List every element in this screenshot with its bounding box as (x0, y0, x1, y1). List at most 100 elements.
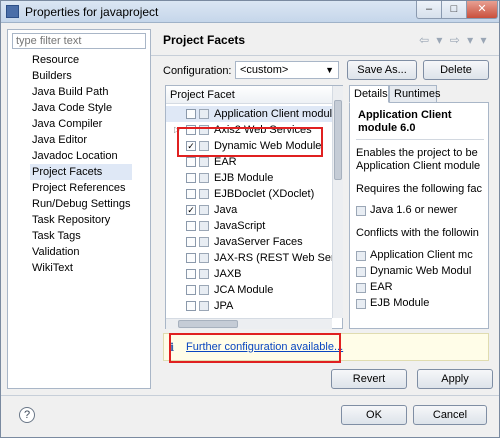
nav-item-task-tags[interactable]: Task Tags (30, 228, 132, 244)
configuration-value: <custom> (240, 64, 289, 76)
facet-row[interactable]: EJBDoclet (XDoclet) (166, 186, 332, 202)
facet-row[interactable]: EAR (166, 154, 332, 170)
facet-checkbox[interactable]: ✓ (186, 141, 196, 151)
delete-button[interactable]: Delete (423, 60, 489, 80)
conflict-item: Application Client mc (370, 249, 473, 261)
facet-row[interactable]: ✓ Dynamic Web Module (166, 138, 332, 154)
facet-checkbox[interactable]: ✓ (186, 205, 196, 215)
nav-item-project-references[interactable]: Project References (30, 180, 132, 196)
details-panel: Details Runtimes Application Client modu… (349, 85, 489, 329)
facet-checkbox[interactable] (186, 125, 196, 135)
facet-name: EJBDoclet (XDoclet) (214, 188, 315, 200)
facet-row[interactable]: ✓ Java (166, 202, 332, 218)
tab-details[interactable]: Details (349, 85, 389, 103)
facet-name: JCA Module (214, 284, 274, 296)
facet-checkbox[interactable] (186, 237, 196, 247)
details-body: Application Client module 6.0 Enables th… (349, 102, 489, 329)
facet-column-header[interactable]: Project Facet (166, 86, 332, 104)
conflict-item: Dynamic Web Modul (370, 265, 472, 277)
apply-button[interactable]: Apply (417, 369, 493, 389)
facet-row[interactable]: JavaScript (166, 218, 332, 234)
project-facets-page: Project Facets ⇦ ▾ ⇨ ▾ ▾ Configuration: … (151, 23, 499, 395)
facet-checkbox[interactable] (186, 157, 196, 167)
facet-checkbox[interactable] (186, 109, 196, 119)
facet-row[interactable]: JPA (166, 298, 332, 314)
facet-icon (199, 221, 209, 231)
facet-name: JAX-RS (REST Web Servic (214, 252, 332, 264)
horizontal-scrollbar[interactable] (166, 318, 332, 329)
facet-icon (199, 301, 209, 311)
facet-checkbox[interactable] (186, 301, 196, 311)
chevron-down-icon: ▼ (325, 65, 334, 75)
facet-icon (199, 109, 209, 119)
nav-item-java-build-path[interactable]: Java Build Path (30, 84, 132, 100)
nav-item-java-compiler[interactable]: Java Compiler (30, 116, 132, 132)
info-bar: i Further configuration available... (163, 333, 489, 361)
save-as-button[interactable]: Save As... (347, 60, 417, 80)
nav-item-wikitext[interactable]: WikiText (30, 260, 132, 276)
facet-icon (199, 253, 209, 263)
facet-name: EJB Module (214, 172, 274, 184)
nav-item-task-repository[interactable]: Task Repository (30, 212, 132, 228)
nav-item-validation[interactable]: Validation (30, 244, 132, 260)
facet-icon (199, 173, 209, 183)
facet-row[interactable]: Application Client module (166, 106, 332, 122)
help-icon[interactable]: ? (19, 407, 35, 423)
history-arrows-icon[interactable]: ⇦ ▾ ⇨ ▾ ▾ (419, 33, 489, 47)
details-description-line-1: Enables the project to be (356, 147, 478, 159)
facet-checkbox[interactable] (186, 269, 196, 279)
facet-icon (356, 299, 366, 309)
cancel-button[interactable]: Cancel (413, 405, 487, 425)
expand-icon[interactable]: ▷ (174, 122, 180, 138)
divider (1, 395, 499, 396)
nav-item-java-editor[interactable]: Java Editor (30, 132, 132, 148)
vertical-scrollbar[interactable] (332, 86, 343, 318)
configuration-select[interactable]: <custom> ▼ (235, 61, 339, 79)
properties-dialog: Properties for javaproject – □ ✕ Resourc… (0, 0, 500, 438)
facet-checkbox[interactable] (186, 253, 196, 263)
facet-row[interactable]: EJB Module (166, 170, 332, 186)
page-title: Project Facets (163, 33, 246, 47)
info-icon: i (170, 341, 175, 354)
facet-name: JAXB (214, 268, 242, 280)
facet-icon (356, 283, 366, 293)
divider (151, 55, 499, 56)
facet-icon (199, 189, 209, 199)
divider (356, 139, 484, 140)
facet-icon (199, 157, 209, 167)
facet-icon (199, 285, 209, 295)
facet-name: JPA (214, 300, 234, 312)
maximize-button[interactable]: □ (441, 1, 467, 19)
facet-row[interactable]: ▷ Axis2 Web Services (166, 122, 332, 138)
facet-list: Application Client module ▷ Axis2 Web Serv… (166, 106, 332, 314)
filter-input[interactable] (12, 33, 146, 49)
facet-checkbox[interactable] (186, 173, 196, 183)
tab-runtimes[interactable]: Runtimes (389, 85, 440, 103)
nav-item-javadoc-location[interactable]: Javadoc Location (30, 148, 132, 164)
nav-item-project-facets[interactable]: Project Facets (30, 164, 133, 180)
ok-button[interactable]: OK (341, 405, 407, 425)
facet-row[interactable]: JavaServer Faces (166, 234, 332, 250)
nav-item-builders[interactable]: Builders (30, 68, 132, 84)
nav-item-resource[interactable]: Resource (30, 52, 132, 68)
revert-button[interactable]: Revert (331, 369, 407, 389)
facet-checkbox[interactable] (186, 285, 196, 295)
facet-row[interactable]: JAXB (166, 266, 332, 282)
minimize-button[interactable]: – (416, 1, 442, 19)
preference-tree: Resource Builders Java Build Path Java C… (7, 29, 151, 389)
facet-name: JavaScript (214, 220, 266, 232)
details-title: Application Client module 6.0 (358, 109, 452, 134)
nav-item-run-debug-settings[interactable]: Run/Debug Settings (30, 196, 132, 212)
facet-row[interactable]: JAX-RS (REST Web Servic (166, 250, 332, 266)
scroll-thumb[interactable] (178, 320, 238, 328)
facet-checkbox[interactable] (186, 221, 196, 231)
close-button[interactable]: ✕ (466, 1, 498, 19)
nav-item-java-code-style[interactable]: Java Code Style (30, 100, 132, 116)
facet-checkbox[interactable] (186, 189, 196, 199)
facet-icon (199, 269, 209, 279)
further-configuration-link[interactable]: Further configuration available... (186, 341, 343, 353)
scroll-thumb[interactable] (334, 100, 342, 180)
app-icon (6, 5, 19, 18)
facet-row[interactable]: JCA Module (166, 282, 332, 298)
conflict-item: EJB Module (370, 297, 430, 309)
